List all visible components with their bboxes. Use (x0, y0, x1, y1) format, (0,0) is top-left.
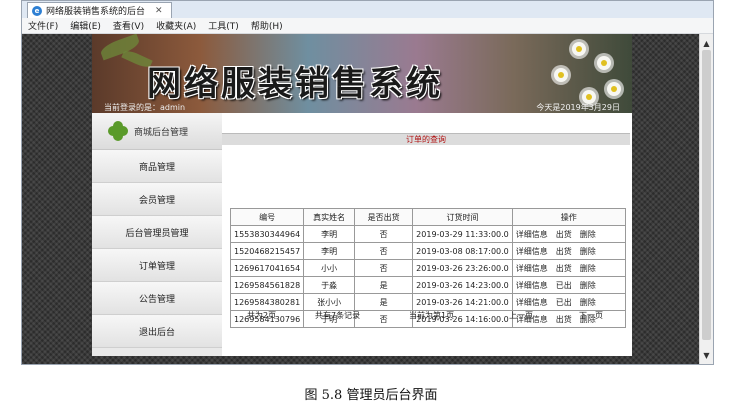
detail-link[interactable]: 详细信息 (516, 263, 548, 274)
table-row: 1553830344964 李明 否 2019-03-29 11:33:00.0… (229, 225, 626, 243)
current-page: 当前为第1页 (409, 311, 455, 320)
tab-bar: e 网络服装销售系统的后台 ✕ (22, 1, 713, 18)
order-time: 2019-03-08 08:17:00.0 (412, 242, 513, 260)
order-ops: 详细信息 出货 删除 (511, 242, 626, 260)
flower-decoration (597, 56, 611, 70)
col-ops: 操作 (511, 208, 626, 226)
page-viewport: 网络服装销售系统 当前登录的是：admin 今天是2019年3月29日 商城后台… (22, 34, 699, 364)
menu-bar: 文件(F) 编辑(E) 查看(V) 收藏夹(A) 工具(T) 帮助(H) (22, 18, 713, 34)
col-name: 真实姓名 (303, 208, 356, 226)
table-row: 1520468215457 李明 否 2019-03-08 08:17:00.0… (229, 242, 626, 260)
delete-link[interactable]: 删除 (580, 297, 596, 308)
scroll-thumb[interactable] (702, 50, 711, 340)
table-row: 1269584561828 于淼 是 2019-03-26 14:23:00.0… (229, 276, 626, 294)
ship-link[interactable]: 出货 (556, 229, 572, 240)
sidebar-title: 商城后台管理 (134, 127, 189, 138)
menu-view[interactable]: 查看(V) (113, 19, 144, 32)
menu-tools[interactable]: 工具(T) (208, 19, 239, 32)
site-title: 网络服装销售系统 (147, 64, 443, 104)
figure-caption: 图 5.8 管理员后台界面 (304, 388, 438, 403)
order-ops: 详细信息 已出 删除 (511, 276, 626, 294)
order-name: 小小 (303, 259, 356, 277)
total-pages: 共为2页 (247, 311, 277, 320)
order-ops: 详细信息 已出 删除 (511, 293, 626, 311)
sidebar-item-orders[interactable]: 订单管理 (92, 249, 222, 282)
order-name: 李明 (303, 242, 356, 260)
detail-link[interactable]: 详细信息 (516, 280, 548, 291)
flower-decoration (607, 82, 621, 96)
delete-link[interactable]: 删除 (580, 246, 596, 257)
pagination: 共为2页 共有7条记录 当前为第1页 上一页 下一页 (247, 310, 627, 321)
current-date-text: 今天是2019年3月29日 (536, 103, 620, 112)
scroll-down-icon[interactable]: ▼ (700, 348, 713, 362)
detail-link[interactable]: 详细信息 (516, 246, 548, 257)
menu-file[interactable]: 文件(F) (28, 19, 58, 32)
next-page-link[interactable]: 下一页 (579, 310, 603, 321)
order-time: 2019-03-26 23:26:00.0 (412, 259, 513, 277)
col-shipped: 是否出货 (354, 208, 414, 226)
browser-tab[interactable]: e 网络服装销售系统的后台 ✕ (27, 2, 172, 18)
menu-help[interactable]: 帮助(H) (251, 19, 283, 32)
order-time: 2019-03-29 11:33:00.0 (412, 225, 513, 243)
order-ops: 详细信息 出货 删除 (511, 259, 626, 277)
shipped-label: 已出 (555, 297, 572, 307)
sidebar-header: 商城后台管理 (92, 113, 222, 150)
order-id: 1269584561828 (229, 276, 305, 294)
flower-decoration (572, 42, 586, 56)
order-id: 1553830344964 (229, 225, 305, 243)
detail-link[interactable]: 详细信息 (516, 229, 548, 240)
order-shipped: 是 (354, 293, 414, 311)
section-heading-bar: 订单的查询 (222, 133, 630, 145)
delete-link[interactable]: 删除 (580, 263, 596, 274)
order-shipped: 否 (354, 242, 414, 260)
browser-window: e 网络服装销售系统的后台 ✕ 文件(F) 编辑(E) 查看(V) 收藏夹(A)… (21, 0, 714, 365)
table-row: 1269584380281 张小小 是 2019-03-26 14:21:00.… (229, 293, 626, 311)
clover-icon (108, 121, 128, 141)
ship-link[interactable]: 出货 (556, 246, 572, 257)
sidebar-item-logout[interactable]: 退出后台 (92, 315, 222, 348)
ship-link[interactable]: 出货 (556, 263, 572, 274)
ie-icon: e (32, 5, 42, 16)
order-id: 1520468215457 (229, 242, 305, 260)
tab-title: 网络服装销售系统的后台 (46, 7, 146, 17)
order-time: 2019-03-26 14:23:00.0 (412, 276, 513, 294)
sidebar-item-announcements[interactable]: 公告管理 (92, 282, 222, 315)
order-name: 于淼 (303, 276, 356, 294)
delete-link[interactable]: 删除 (580, 229, 596, 240)
order-shipped: 是 (354, 276, 414, 294)
table-header-row: 编号 真实姓名 是否出货 订货时间 操作 (229, 208, 626, 226)
section-heading: 订单的查询 (406, 135, 446, 144)
admin-page: 网络服装销售系统 当前登录的是：admin 今天是2019年3月29日 商城后台… (92, 34, 632, 356)
scroll-up-icon[interactable]: ▲ (700, 36, 713, 50)
menu-favorites[interactable]: 收藏夹(A) (156, 19, 196, 32)
sidebar-item-products[interactable]: 商品管理 (92, 150, 222, 183)
col-id: 编号 (229, 208, 305, 226)
order-id: 1269617041654 (229, 259, 305, 277)
close-tab-icon[interactable]: ✕ (155, 6, 163, 16)
order-shipped: 否 (354, 225, 414, 243)
col-time: 订货时间 (412, 208, 513, 226)
order-name: 张小小 (303, 293, 356, 311)
vertical-scrollbar[interactable]: ▲ ▼ (699, 34, 713, 364)
order-id: 1269584380281 (229, 293, 305, 311)
sidebar-item-members[interactable]: 会员管理 (92, 183, 222, 216)
sidebar-item-admins[interactable]: 后台管理员管理 (92, 216, 222, 249)
order-shipped: 否 (354, 259, 414, 277)
prev-page-link[interactable]: 上一页 (509, 310, 579, 321)
shipped-label: 已出 (555, 280, 572, 290)
total-records: 共有7条记录 (315, 311, 361, 320)
flower-decoration (554, 68, 568, 82)
detail-link[interactable]: 详细信息 (516, 297, 548, 308)
menu-edit[interactable]: 编辑(E) (70, 19, 101, 32)
site-banner: 网络服装销售系统 当前登录的是：admin 今天是2019年3月29日 (92, 34, 632, 113)
order-ops: 详细信息 出货 删除 (511, 225, 626, 243)
table-row: 1269617041654 小小 否 2019-03-26 23:26:00.0… (229, 259, 626, 277)
order-time: 2019-03-26 14:21:00.0 (412, 293, 513, 311)
delete-link[interactable]: 删除 (580, 280, 596, 291)
order-name: 李明 (303, 225, 356, 243)
current-user-text: 当前登录的是：admin (104, 103, 186, 112)
admin-sidebar: 商城后台管理 商品管理 会员管理 后台管理员管理 订单管理 公告管理 退出后台 (92, 113, 222, 356)
